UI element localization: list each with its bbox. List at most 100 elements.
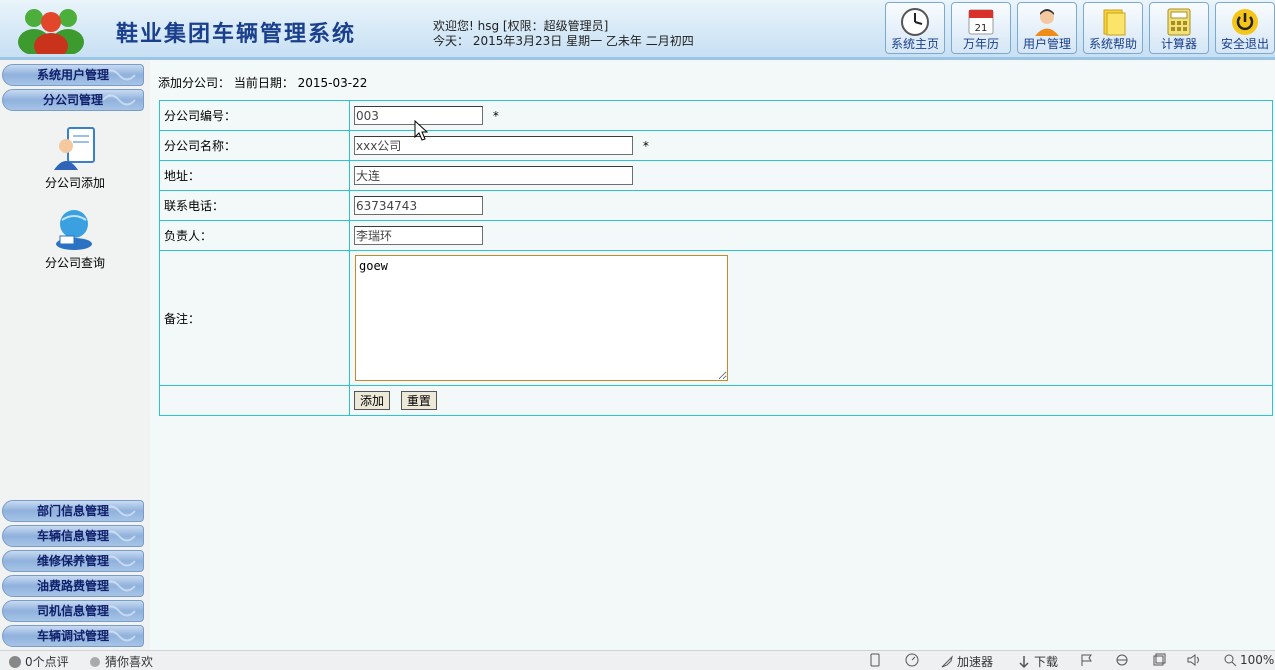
- accelerator-status[interactable]: 加速器: [940, 653, 993, 670]
- manager-input[interactable]: [354, 226, 483, 245]
- comment-icon: [9, 655, 21, 668]
- menu-fuel-toll[interactable]: 油费路费管理: [2, 575, 144, 597]
- name-label: 分公司名称：: [159, 130, 350, 161]
- menu-maintenance-label: 维修保养管理: [36, 554, 109, 568]
- window-icon: [1153, 653, 1166, 666]
- form-row-code: 分公司编号： *: [159, 100, 1273, 131]
- phone-input[interactable]: [354, 196, 483, 215]
- phone-icon: [870, 653, 880, 667]
- like-dot-icon: [90, 656, 100, 667]
- add-branch-form: 分公司编号： * 分公司名称： * 地址： 联系电话：: [159, 100, 1273, 416]
- mobile-status[interactable]: [868, 653, 885, 667]
- form-row-address: 地址：: [159, 160, 1273, 191]
- main-content: 添加分公司： 当前日期： 2015-03-22 分公司编号： * 分公司名称： …: [150, 60, 1275, 650]
- required-mark: *: [642, 139, 649, 153]
- home-button[interactable]: 系统主页: [885, 2, 945, 54]
- window-status[interactable]: [1152, 653, 1169, 667]
- guess-like-label: 猜你喜欢: [105, 655, 154, 669]
- guess-like-status[interactable]: 猜你喜欢: [88, 653, 153, 670]
- phone-label: 联系电话：: [159, 190, 350, 221]
- speaker-icon: [1187, 654, 1199, 666]
- user-manage-button[interactable]: 用户管理: [1017, 2, 1077, 54]
- remark-textarea[interactable]: goew: [355, 255, 728, 381]
- menu-department-label: 部门信息管理: [36, 504, 109, 518]
- code-cell: *: [349, 100, 1273, 131]
- logout-button[interactable]: 安全退出: [1215, 2, 1275, 54]
- reviews-label: 0个点评: [25, 655, 69, 669]
- power-icon: [1232, 9, 1258, 35]
- search-company-icon: [56, 210, 92, 250]
- form-row-manager: 负责人：: [159, 220, 1273, 251]
- gauge-icon: [905, 653, 919, 667]
- menu-system-users[interactable]: 系统用户管理: [2, 64, 144, 86]
- sidebar: 系统用户管理 分公司管理 分公司添加 分公司查询 部门信息管理 车辆信息管理 维…: [0, 60, 150, 650]
- help-button[interactable]: 系统帮助: [1083, 2, 1143, 54]
- download-arrow-icon: [1019, 655, 1029, 668]
- branch-name-input[interactable]: [354, 136, 633, 155]
- menu-branch[interactable]: 分公司管理: [2, 89, 144, 111]
- logout-label: 安全退出: [1220, 37, 1269, 51]
- zoom-status[interactable]: 100%: [1223, 653, 1274, 667]
- form-row-name: 分公司名称： *: [159, 130, 1273, 161]
- reset-button[interactable]: 重置: [400, 391, 437, 410]
- menu-vehicle-info[interactable]: 车辆信息管理: [2, 525, 144, 547]
- app-header: 鞋业集团车辆管理系统 欢迎您! hsg [权限：超级管理员] 今天： 2015年…: [0, 0, 1275, 60]
- calculator-button[interactable]: 计算器: [1149, 2, 1209, 54]
- calendar-button[interactable]: 21 万年历: [951, 2, 1011, 54]
- address-input[interactable]: [354, 166, 633, 185]
- menu-vehicle-dispatch[interactable]: 车辆调试管理: [2, 625, 144, 647]
- ie-browser-icon: [1116, 654, 1128, 666]
- mouse-cursor-icon: [414, 120, 428, 141]
- today-date: 今天： 2015年3月23日 星期一 乙未年 二月初四: [433, 34, 694, 48]
- actions-cell: 添加 重置: [349, 385, 1273, 416]
- flag-icon: [1081, 654, 1092, 666]
- sub-item-add-branch[interactable]: 分公司添加: [0, 126, 150, 191]
- sound-status[interactable]: [1187, 653, 1204, 667]
- sub-item-query-branch-label: 分公司查询: [44, 256, 105, 270]
- menu-branch-label: 分公司管理: [42, 93, 103, 107]
- zoom-label: 100%: [1240, 653, 1275, 667]
- manager-label: 负责人：: [159, 220, 350, 251]
- flag-status[interactable]: [1080, 653, 1097, 667]
- magnifier-icon: [1224, 654, 1237, 667]
- menu-vehicle-info-label: 车辆信息管理: [36, 529, 109, 543]
- remark-cell: goew: [349, 250, 1273, 386]
- app-title: 鞋业集团车辆管理系统: [116, 21, 357, 47]
- menu-driver-info[interactable]: 司机信息管理: [2, 600, 144, 622]
- calculator-label: 计算器: [1160, 37, 1197, 51]
- ie-status[interactable]: [1115, 653, 1132, 667]
- download-label: 下载: [1034, 655, 1059, 669]
- browser-status-bar: 0个点评 猜你喜欢 加速器 下载 100%: [0, 650, 1275, 670]
- page-title: 添加分公司： 当前日期： 2015-03-22: [158, 76, 368, 90]
- form-row-remark: 备注： goew: [159, 250, 1273, 386]
- clock-icon: [901, 8, 929, 36]
- download-status[interactable]: 下载: [1017, 653, 1058, 670]
- phone-cell: [349, 190, 1273, 221]
- welcome-info: 欢迎您! hsg [权限：超级管理员] 今天： 2015年3月23日 星期一 乙…: [433, 19, 694, 49]
- rocket-icon: [941, 654, 953, 667]
- users-logo-icon: [18, 9, 84, 54]
- required-mark: *: [492, 108, 499, 123]
- manager-cell: [349, 220, 1273, 251]
- swirl-decoration-icon: [102, 94, 136, 106]
- welcome-user: 欢迎您! hsg [权限：超级管理员]: [433, 19, 609, 33]
- help-label: 系统帮助: [1088, 37, 1137, 51]
- code-label: 分公司编号：: [159, 100, 350, 131]
- speed-status[interactable]: [905, 653, 922, 667]
- calendar-icon: 21: [968, 9, 994, 35]
- help-notes-icon: [1103, 9, 1126, 36]
- user-manage-label: 用户管理: [1022, 37, 1071, 51]
- calendar-label: 万年历: [962, 37, 999, 51]
- add-company-icon: [54, 127, 95, 170]
- menu-driver-info-label: 司机信息管理: [36, 604, 109, 618]
- calculator-icon: [1167, 8, 1191, 36]
- form-row-phone: 联系电话：: [159, 190, 1273, 221]
- reviews-status[interactable]: 0个点评: [8, 653, 69, 670]
- menu-department[interactable]: 部门信息管理: [2, 500, 144, 522]
- add-button[interactable]: 添加: [354, 391, 391, 410]
- actions-empty-cell: [159, 385, 350, 416]
- user-icon: [1035, 9, 1059, 36]
- menu-system-users-label: 系统用户管理: [36, 68, 109, 82]
- sub-item-query-branch[interactable]: 分公司查询: [0, 206, 150, 271]
- menu-maintenance[interactable]: 维修保养管理: [2, 550, 144, 572]
